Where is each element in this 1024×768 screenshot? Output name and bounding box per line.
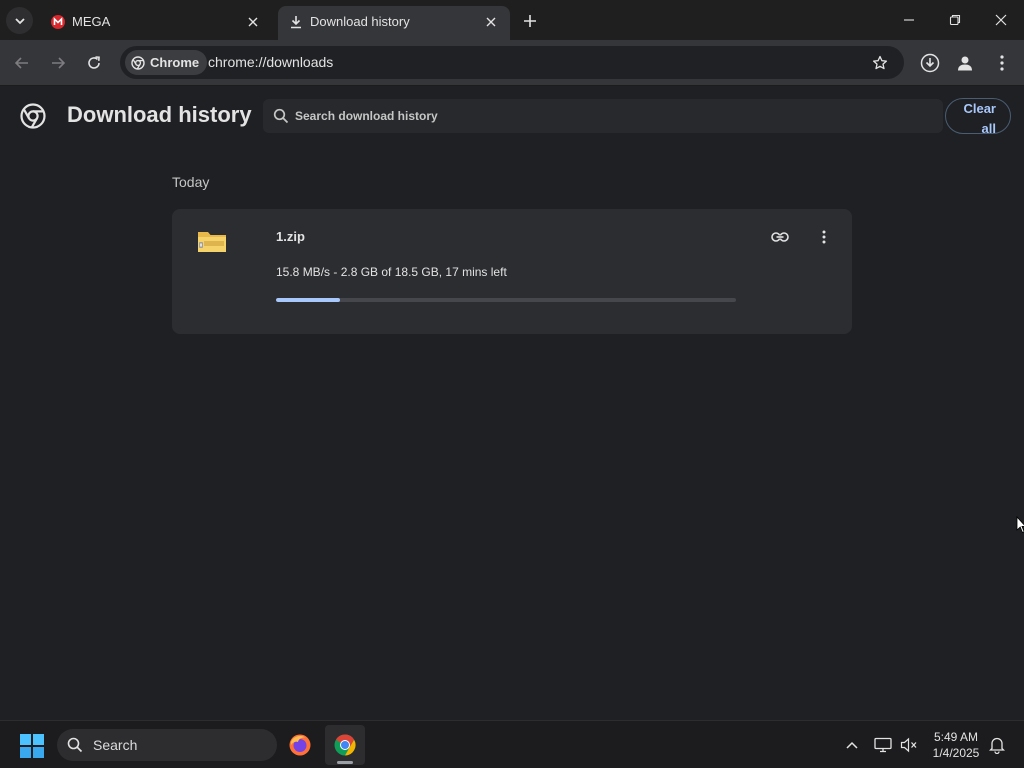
mega-logo-icon — [50, 14, 66, 30]
search-icon — [67, 737, 83, 753]
show-hidden-icons-button[interactable] — [842, 735, 862, 755]
bookmark-star-icon[interactable] — [870, 53, 890, 73]
clear-all-label-line2: all — [981, 121, 996, 136]
tab-title: MEGA — [72, 14, 111, 29]
chevron-down-icon — [14, 17, 25, 24]
tab-search-button[interactable] — [6, 7, 33, 34]
page-title: Download history — [67, 102, 252, 127]
download-progress-fill — [276, 298, 341, 302]
zip-folder-icon[interactable] — [196, 229, 228, 255]
restore-button[interactable] — [932, 6, 978, 34]
tab-strip: MEGA Download history — [0, 0, 1024, 40]
search-icon — [273, 108, 289, 124]
volume-status[interactable] — [899, 735, 919, 755]
chip-label: Chrome — [150, 55, 200, 70]
minimize-icon — [904, 19, 914, 21]
file-name-link[interactable]: 1.zip — [276, 229, 305, 244]
browser-toolbar: Chrome chrome://downloads — [0, 40, 1024, 86]
network-status[interactable] — [873, 735, 893, 755]
speaker-muted-icon — [900, 737, 917, 753]
download-status: 15.8 MB/s - 2.8 GB of 18.5 GB, 17 mins l… — [276, 265, 507, 279]
chrome-icon — [131, 55, 145, 70]
site-info-chip[interactable]: Chrome — [125, 50, 208, 75]
download-progress-bar — [276, 298, 736, 302]
forward-button[interactable] — [44, 49, 72, 77]
close-icon[interactable] — [482, 13, 500, 31]
taskbar-clock[interactable]: 5:49 AM 1/4/2025 — [922, 729, 990, 761]
close-icon — [995, 14, 1007, 26]
arrow-right-icon — [52, 57, 66, 69]
more-vert-icon — [1000, 55, 1004, 71]
downloads-header: Download history Clear all — [0, 87, 1024, 145]
mouse-cursor-icon — [1016, 516, 1024, 534]
copy-link-button[interactable] — [767, 224, 793, 250]
date-section-label: Today — [172, 174, 210, 190]
search-input[interactable] — [295, 99, 935, 133]
browser-menu-button[interactable] — [988, 49, 1016, 77]
clear-all-button[interactable]: Clear all — [945, 98, 1011, 136]
tab-download-history[interactable]: Download history — [278, 6, 510, 40]
close-window-button[interactable] — [978, 6, 1024, 34]
tab-mega[interactable]: MEGA — [40, 6, 272, 40]
download-item: 1.zip 15.8 MB/s - 2.8 GB of 18.5 GB, 17 … — [172, 209, 852, 334]
clock-time: 5:49 AM — [933, 730, 979, 744]
arrow-left-icon — [14, 57, 28, 69]
network-icon — [874, 737, 892, 753]
url-text[interactable]: chrome://downloads — [208, 54, 333, 70]
search-download-history[interactable] — [263, 99, 943, 133]
download-icon — [288, 14, 304, 30]
profile-button[interactable] — [951, 49, 979, 77]
taskbar-firefox[interactable] — [280, 725, 320, 765]
close-icon[interactable] — [244, 13, 262, 31]
notifications-button[interactable] — [987, 735, 1007, 755]
active-app-indicator — [337, 761, 353, 764]
windows-taskbar: Search 5:49 AM 1/4/2025 — [0, 720, 1024, 768]
taskbar-search-label: Search — [93, 737, 138, 753]
new-tab-button[interactable] — [518, 9, 542, 33]
address-bar[interactable]: Chrome chrome://downloads — [120, 46, 904, 79]
bell-icon — [989, 737, 1005, 754]
restore-icon — [949, 14, 961, 26]
chrome-logo-icon — [20, 103, 46, 129]
tab-title: Download history — [310, 14, 410, 29]
taskbar-search[interactable]: Search — [57, 729, 277, 761]
download-circle-icon — [920, 53, 940, 73]
downloads-button[interactable] — [916, 49, 944, 77]
taskbar-chrome[interactable] — [325, 725, 365, 765]
more-vert-icon — [822, 230, 826, 244]
back-button[interactable] — [8, 49, 36, 77]
clock-date: 1/4/2025 — [932, 746, 980, 760]
more-actions-button[interactable] — [811, 224, 837, 250]
profile-icon — [958, 56, 972, 71]
minimize-button[interactable] — [886, 6, 932, 34]
chevron-up-icon — [846, 741, 858, 749]
plus-icon — [524, 15, 536, 27]
clear-all-label-line1: Clear — [963, 101, 996, 116]
chrome-icon — [334, 734, 356, 756]
windows-start-icon[interactable] — [20, 734, 44, 758]
reload-button[interactable] — [80, 49, 108, 77]
firefox-icon — [289, 734, 311, 756]
reload-icon — [88, 56, 100, 69]
link-icon — [771, 232, 789, 242]
